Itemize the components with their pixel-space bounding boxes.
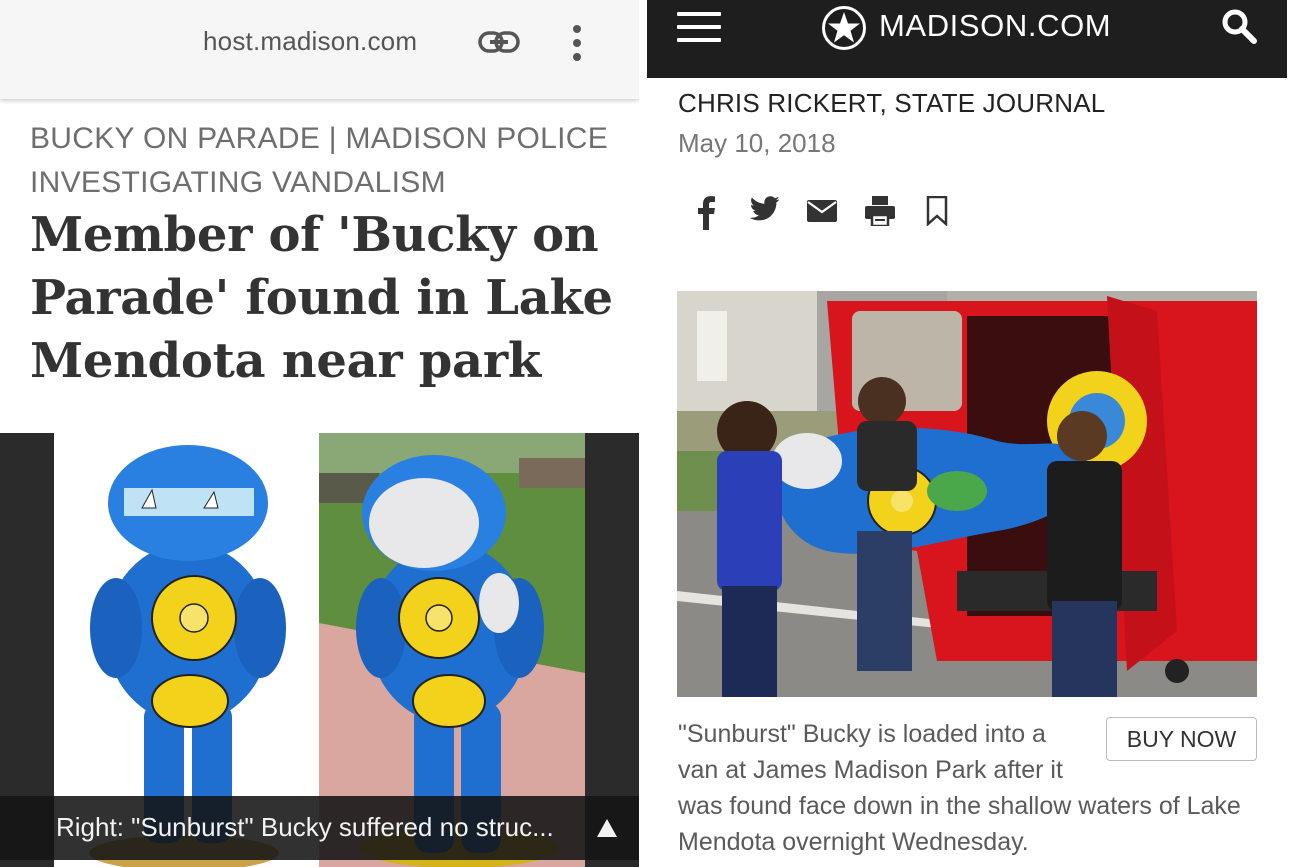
menu-icon[interactable] bbox=[677, 12, 721, 42]
print-icon[interactable] bbox=[865, 196, 895, 226]
bookmark-icon[interactable] bbox=[926, 196, 948, 226]
star-logo-icon[interactable] bbox=[821, 5, 867, 51]
article-kicker[interactable]: BUCKY ON PARADE | MADISON POLICE INVESTI… bbox=[30, 117, 620, 205]
article-headline: Member of 'Bucky on Parade' found in Lak… bbox=[30, 207, 613, 389]
more-vertical-icon[interactable] bbox=[565, 24, 589, 62]
twitter-icon[interactable] bbox=[750, 196, 780, 222]
photo-caption-line: "Sunburst" Bucky is loaded into a bbox=[678, 720, 1046, 748]
article-date: May 10, 2018 bbox=[678, 128, 836, 158]
email-icon[interactable] bbox=[807, 200, 837, 222]
right-screenshot: MADISON.COM CHRIS RICKERT, STATE JOURNAL… bbox=[647, 0, 1291, 867]
search-icon[interactable] bbox=[1221, 8, 1257, 44]
facebook-icon[interactable] bbox=[696, 196, 716, 230]
browser-address-bar[interactable]: host.madison.com bbox=[0, 0, 639, 99]
photo-caption-text[interactable]: Right: "Sunburst" Bucky suffered no stru… bbox=[56, 812, 586, 843]
site-logo[interactable]: MADISON.COM bbox=[879, 8, 1111, 44]
article-byline[interactable]: CHRIS RICKERT, STATE JOURNAL bbox=[678, 88, 1105, 119]
photo-caption-line: Mendota overnight Wednesday. bbox=[678, 828, 1029, 856]
link-icon[interactable] bbox=[478, 30, 520, 54]
left-screenshot: host.madison.com BUCKY ON PARADE | MADIS… bbox=[0, 0, 639, 867]
expand-caption-icon[interactable] bbox=[596, 818, 618, 838]
url-text[interactable]: host.madison.com bbox=[203, 26, 417, 57]
share-toolbar bbox=[696, 196, 996, 230]
buy-now-button[interactable]: BUY NOW bbox=[1106, 717, 1257, 761]
article-photo[interactable] bbox=[677, 291, 1257, 697]
site-header: MADISON.COM bbox=[647, 0, 1287, 78]
photo-caption-line: was found face down in the shallow water… bbox=[678, 792, 1241, 820]
photo-caption-line: van at James Madison Park after it bbox=[678, 756, 1063, 784]
